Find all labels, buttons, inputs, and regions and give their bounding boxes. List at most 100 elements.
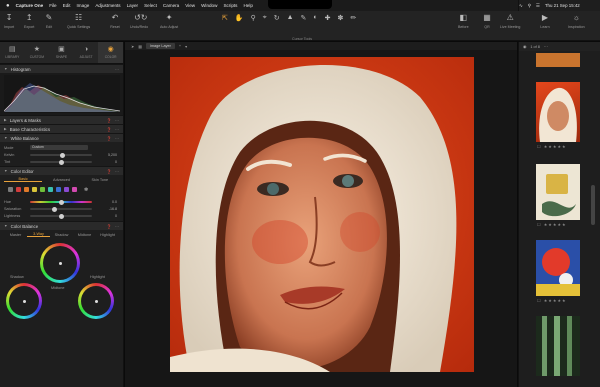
section-tools-icon[interactable]: ❓ ⋯ (107, 118, 120, 123)
hue-knob[interactable] (59, 199, 64, 205)
control-center-icon[interactable]: ☰ (536, 3, 540, 9)
before-button[interactable]: ◧ Before (458, 13, 469, 29)
rating-stars[interactable]: ☐ ★★★★★ (537, 144, 567, 149)
lightness-value[interactable]: 0 (115, 214, 117, 218)
color-swatch[interactable] (72, 187, 77, 192)
thumbnail[interactable] (536, 240, 580, 296)
saturation-value[interactable]: -16.8 (109, 207, 117, 211)
inspiration-button[interactable]: ☼ Inspiration (568, 13, 585, 29)
picker-icon[interactable]: ✽ (84, 187, 88, 193)
heal-tool-icon[interactable]: ✚ (325, 14, 331, 22)
layer-selector[interactable]: Image Layer (145, 43, 175, 49)
layer-menu-icon[interactable]: ▾ (185, 44, 187, 49)
color-swatch[interactable] (56, 187, 61, 192)
tab-master[interactable]: Master (4, 233, 27, 237)
lightness-slider[interactable] (30, 213, 92, 219)
color-swatch[interactable] (40, 187, 45, 192)
live-meeting-button[interactable]: ⚠ Live Meeting (500, 13, 520, 29)
crop-tool-icon[interactable]: ⌖ (263, 14, 267, 22)
tab-3-way[interactable]: 3-Way (27, 232, 50, 237)
tab-advanced[interactable]: Advanced (42, 178, 80, 182)
hue-slider[interactable] (30, 199, 92, 205)
tab-shape[interactable]: ▣ SHAPE (49, 42, 74, 63)
tab-highlight[interactable]: Highlight (96, 233, 119, 237)
menu-window[interactable]: Window (201, 3, 217, 8)
search-icon[interactable]: ⚲ (528, 3, 531, 9)
tint-value[interactable]: 0 (115, 160, 117, 164)
wifi-icon[interactable]: ∿ (519, 3, 523, 9)
main-photo[interactable] (170, 57, 474, 372)
section-menu-icon[interactable]: ⋯ (115, 67, 120, 72)
section-tools-icon[interactable]: ❓ ⋯ (107, 169, 120, 174)
tab-color[interactable]: ◉ COLOR (98, 42, 123, 63)
reset-button[interactable]: ↶ Reset (110, 13, 120, 29)
learn-button[interactable]: ▶ Learn (540, 13, 550, 29)
rotate-tool-icon[interactable]: ↻ (274, 14, 280, 22)
clock[interactable]: Thu 21 Sep 15:42 (545, 3, 580, 8)
zoom-tool-icon[interactable]: ⚲ (251, 14, 256, 22)
base-characteristics-header[interactable]: ▶ Base Characteristics ❓ ⋯ (0, 124, 123, 133)
color-swatch[interactable] (48, 187, 53, 192)
pan-tool-icon[interactable]: ⇱ (222, 14, 228, 22)
menu-select[interactable]: Select (144, 3, 157, 8)
saturation-slider[interactable] (30, 206, 92, 212)
rating-stars[interactable]: ☐ ★★★★★ (537, 298, 567, 303)
lightness-knob[interactable] (59, 213, 64, 219)
section-tools-icon[interactable]: ❓ ⋯ (107, 224, 120, 229)
color-balance-header[interactable]: ▼ Color Balance ❓ ⋯ (0, 221, 123, 230)
export-button[interactable]: ↥ Export (24, 13, 34, 29)
tab-adjust[interactable]: ◑ ADJUST (74, 42, 99, 63)
tab-skin-tone[interactable]: Skin Tone (81, 178, 119, 182)
apple-menu-icon[interactable]: ● (6, 3, 10, 9)
saturation-knob[interactable] (52, 206, 57, 212)
tab-shadow[interactable]: Shadow (50, 233, 73, 237)
color-swatch[interactable] (8, 187, 13, 192)
tab-basic[interactable]: Basic (4, 177, 43, 182)
gradient-tool-icon[interactable]: ◐ (313, 14, 317, 22)
color-swatch[interactable] (16, 187, 21, 192)
auto-adjust-button[interactable]: ✦ Auto Adjust (160, 13, 178, 29)
picker-tool-icon[interactable]: ✽ (337, 14, 343, 22)
color-swatch[interactable] (64, 187, 69, 192)
add-layer-icon[interactable]: + (179, 44, 181, 48)
menu-camera[interactable]: Camera (163, 3, 179, 8)
undo-redo-button[interactable]: ↺↻ Undo/Redo (130, 13, 148, 29)
annotate-tool-icon[interactable]: ✏ (350, 14, 356, 22)
tab-custom[interactable]: ★ CUSTOM (25, 42, 50, 63)
layers-header[interactable]: ▶ Layers & Masks ❓ ⋯ (0, 115, 123, 124)
kelvin-knob[interactable] (60, 152, 65, 158)
cursor-icon[interactable]: ➤ (131, 44, 134, 49)
kelvin-slider[interactable] (30, 152, 92, 158)
thumbnail[interactable] (536, 164, 580, 220)
color-swatch[interactable] (24, 187, 29, 192)
hand-tool-icon[interactable]: ✋ (235, 14, 244, 22)
rating-stars[interactable]: ☐ ★★★★★ (537, 222, 567, 227)
import-button[interactable]: ↧ Import (4, 13, 14, 29)
menu-app-name[interactable]: Capture One (16, 3, 44, 8)
section-tools-icon[interactable]: ❓ ⋯ (107, 136, 120, 141)
menu-edit[interactable]: Edit (63, 3, 71, 8)
tab-midtone[interactable]: Midtone (73, 233, 96, 237)
grid-icon[interactable]: ▦ (138, 44, 142, 49)
color-editor-header[interactable]: ▼ Color Editor ❓ ⋯ (0, 166, 123, 175)
menu-scripts[interactable]: Scripts (223, 3, 237, 8)
histogram-header[interactable]: ▼ Histogram ⋯ (0, 64, 123, 73)
menu-file[interactable]: File (49, 3, 56, 8)
brush-tool-icon[interactable]: ✎ (301, 14, 307, 22)
highlight-handle[interactable] (94, 299, 98, 303)
menu-image[interactable]: Image (77, 3, 90, 8)
hue-value[interactable]: 0.0 (112, 200, 117, 204)
thumbnail[interactable] (536, 316, 580, 376)
wb-mode-select[interactable]: Custom (30, 145, 88, 150)
thumbnail[interactable] (536, 53, 580, 67)
white-balance-header[interactable]: ▼ White Balance ❓ ⋯ (0, 133, 123, 142)
shadow-wheel[interactable] (6, 283, 42, 319)
qr-button[interactable]: ▦ QR (482, 13, 492, 29)
edit-button[interactable]: ✎ Edit (44, 13, 54, 29)
color-swatch[interactable] (32, 187, 37, 192)
tint-slider[interactable] (30, 159, 92, 165)
menu-adjustments[interactable]: Adjustments (95, 3, 120, 8)
menu-help[interactable]: Help (243, 3, 252, 8)
more-icon[interactable]: ⋯ (544, 44, 548, 49)
tint-knob[interactable] (59, 159, 64, 165)
